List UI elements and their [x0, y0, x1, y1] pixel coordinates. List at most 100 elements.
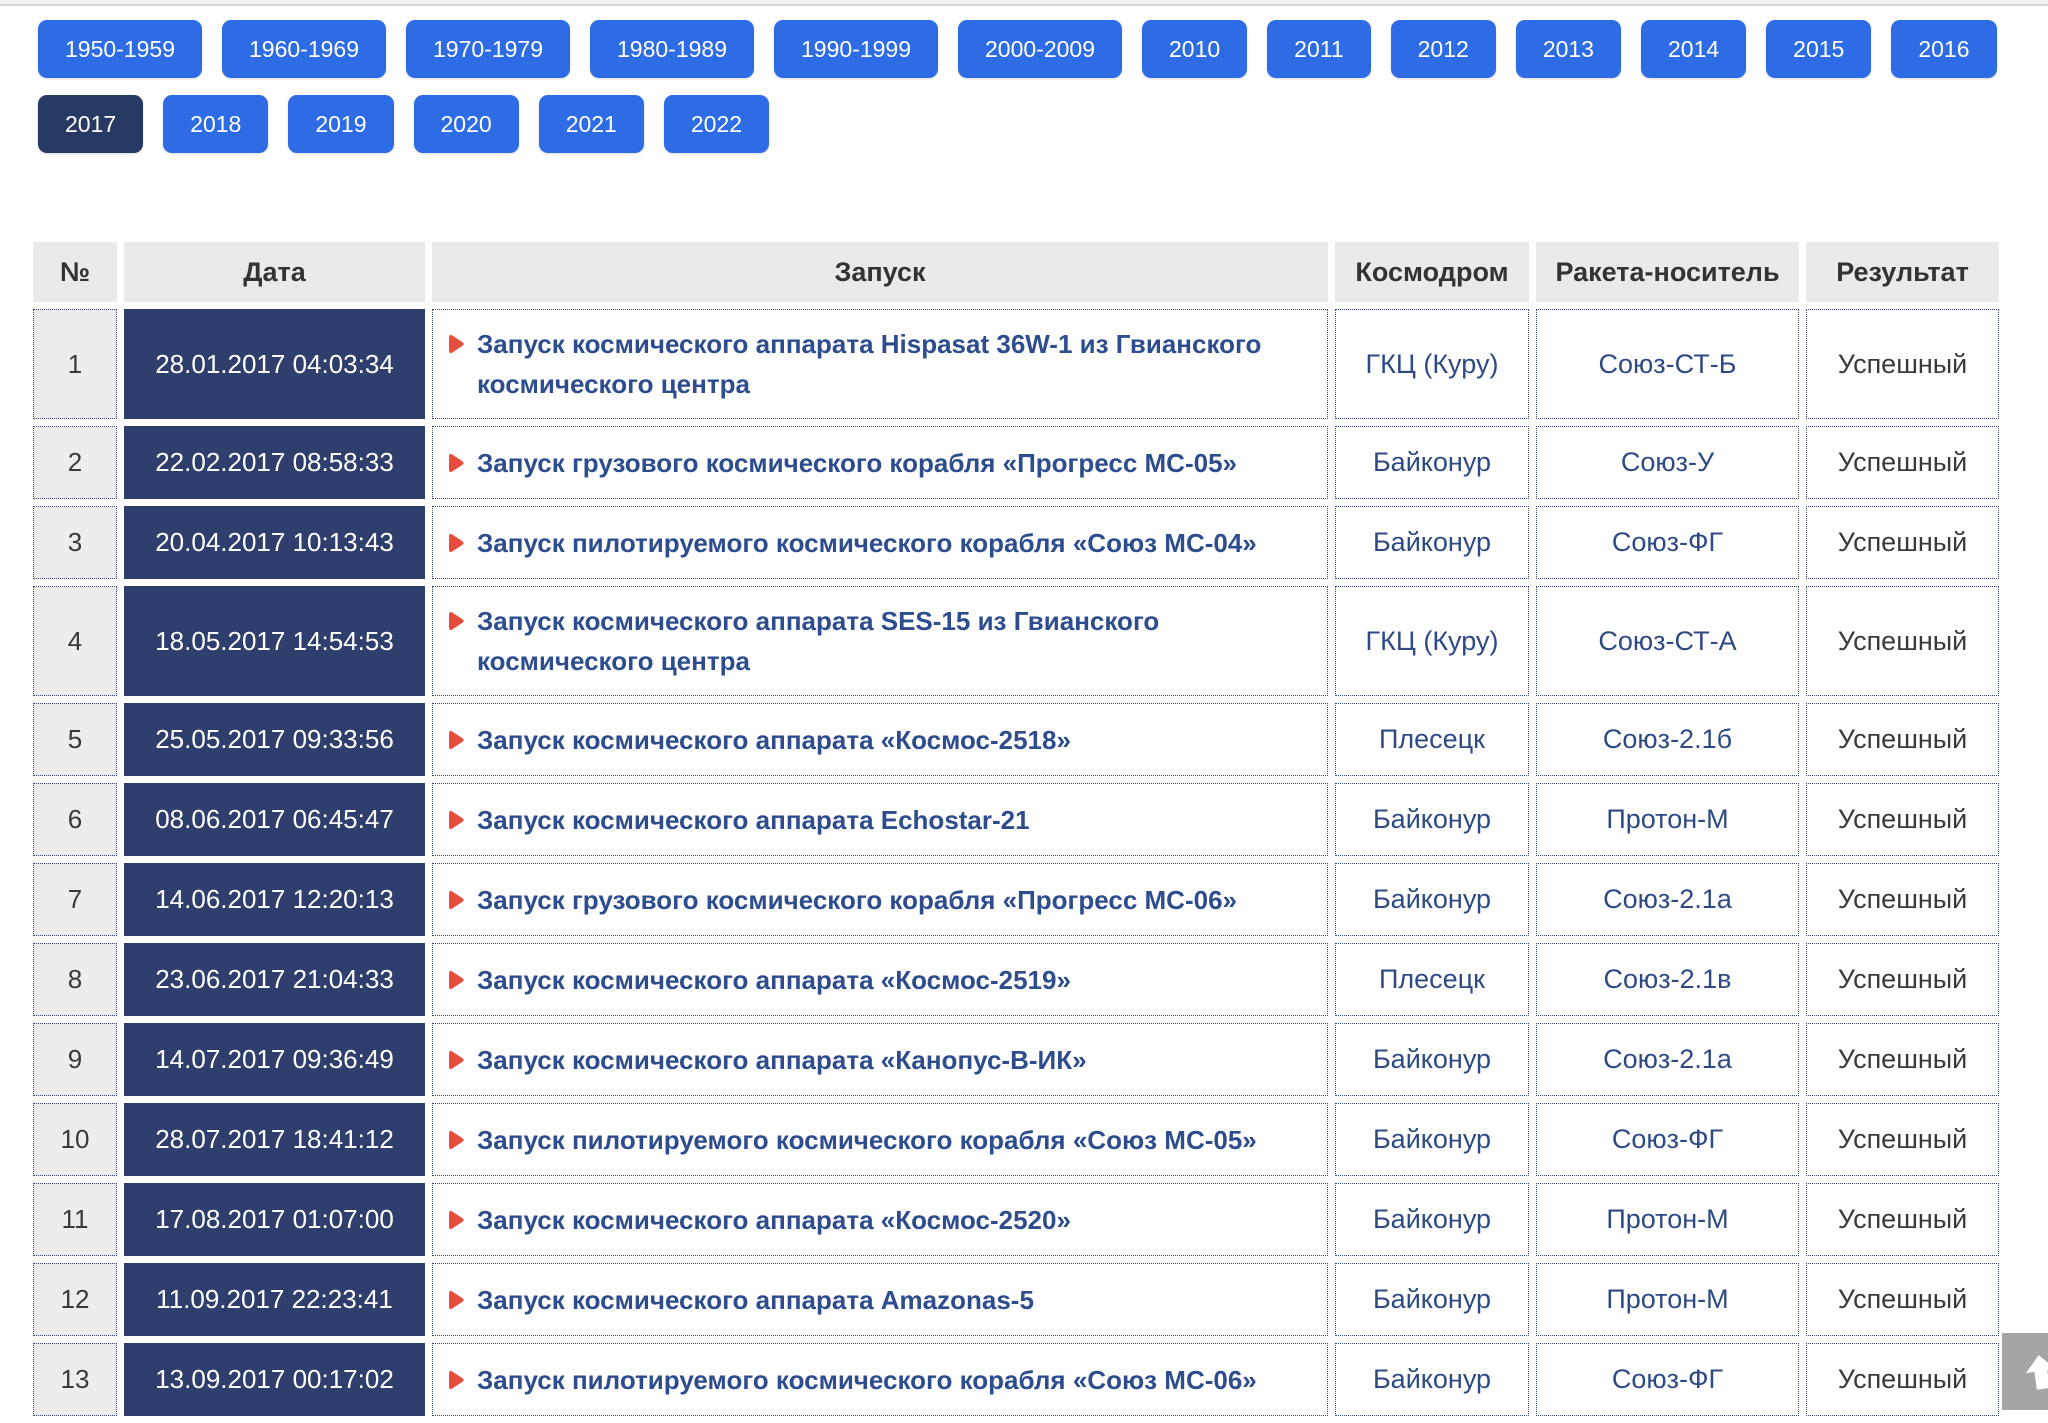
result-cell: Успешный — [1806, 1023, 1999, 1096]
launch-cell: Запуск космического аппарата «Канопус-В-… — [432, 1023, 1328, 1096]
result-cell: Успешный — [1806, 783, 1999, 856]
date-cell: 14.07.2017 09:36:49 — [124, 1023, 425, 1096]
date-cell: 28.07.2017 18:41:12 — [124, 1103, 425, 1176]
year-filter-2018[interactable]: 2018 — [163, 95, 268, 153]
date-cell: 13.09.2017 00:17:02 — [124, 1343, 425, 1416]
year-filter-1990-1999[interactable]: 1990-1999 — [774, 20, 938, 78]
launch-link[interactable]: Запуск космического аппарата «Космос-252… — [477, 1200, 1071, 1240]
date-cell: 20.04.2017 10:13:43 — [124, 506, 425, 579]
year-filter-2012[interactable]: 2012 — [1391, 20, 1496, 78]
launch-link[interactable]: Запуск космического аппарата Amazonas-5 — [477, 1280, 1034, 1320]
rocket-cell: Союз-2.1а — [1536, 1023, 1799, 1096]
table-row: 1117.08.2017 01:07:00Запуск космического… — [33, 1183, 1999, 1256]
date-cell: 25.05.2017 09:33:56 — [124, 703, 425, 776]
year-filter-2021[interactable]: 2021 — [539, 95, 644, 153]
column-header-rocket: Ракета-носитель — [1536, 242, 1799, 302]
launch-link[interactable]: Запуск космического аппарата Hispasat 36… — [477, 324, 1311, 404]
year-filter-2019[interactable]: 2019 — [288, 95, 393, 153]
column-header-result: Результат — [1806, 242, 1999, 302]
result-cell: Успешный — [1806, 1183, 1999, 1256]
table-row: 1028.07.2017 18:41:12Запуск пилотируемог… — [33, 1103, 1999, 1176]
cosmodrome-cell: Байконур — [1335, 783, 1529, 856]
year-filter-1970-1979[interactable]: 1970-1979 — [406, 20, 570, 78]
launch-link[interactable]: Запуск космического аппарата «Канопус-В-… — [477, 1040, 1087, 1080]
launch-link[interactable]: Запуск грузового космического корабля «П… — [477, 443, 1237, 483]
date-cell: 28.01.2017 04:03:34 — [124, 309, 425, 419]
result-cell: Успешный — [1806, 426, 1999, 499]
year-filter-1980-1989[interactable]: 1980-1989 — [590, 20, 754, 78]
row-number-cell: 6 — [33, 783, 117, 856]
launch-link[interactable]: Запуск космического аппарата Echostar-21 — [477, 800, 1030, 840]
year-filter-2011[interactable]: 2011 — [1267, 20, 1370, 78]
cosmodrome-cell: Байконур — [1335, 1103, 1529, 1176]
red-triangle-icon — [448, 1050, 464, 1070]
cosmodrome-cell: ГКЦ (Куру) — [1335, 586, 1529, 696]
year-filter-2010[interactable]: 2010 — [1142, 20, 1247, 78]
red-triangle-icon — [448, 810, 464, 830]
table-row: 222.02.2017 08:58:33Запуск грузового кос… — [33, 426, 1999, 499]
date-cell: 23.06.2017 21:04:33 — [124, 943, 425, 1016]
launch-cell: Запуск космического аппарата Echostar-21 — [432, 783, 1328, 856]
launch-cell: Запуск космического аппарата «Космос-251… — [432, 943, 1328, 1016]
result-cell: Успешный — [1806, 1263, 1999, 1336]
launch-cell: Запуск космического аппарата «Космос-251… — [432, 703, 1328, 776]
launch-cell: Запуск грузового космического корабля «П… — [432, 863, 1328, 936]
launch-link[interactable]: Запуск космического аппарата SES-15 из Г… — [477, 601, 1311, 681]
year-filter-2022[interactable]: 2022 — [664, 95, 769, 153]
date-cell: 11.09.2017 22:23:41 — [124, 1263, 425, 1336]
scroll-to-top-button[interactable] — [2002, 1333, 2048, 1410]
cosmodrome-cell: Байконур — [1335, 1263, 1529, 1336]
red-triangle-icon — [448, 1290, 464, 1310]
date-cell: 08.06.2017 06:45:47 — [124, 783, 425, 856]
table-row: 525.05.2017 09:33:56Запуск космического … — [33, 703, 1999, 776]
row-number-cell: 3 — [33, 506, 117, 579]
launch-link[interactable]: Запуск пилотируемого космического корабл… — [477, 1360, 1257, 1400]
table-row: 914.07.2017 09:36:49Запуск космического … — [33, 1023, 1999, 1096]
result-cell: Успешный — [1806, 863, 1999, 936]
launch-link[interactable]: Запуск грузового космического корабля «П… — [477, 880, 1237, 920]
rocket-cell: Протон-М — [1536, 783, 1799, 856]
result-cell: Успешный — [1806, 586, 1999, 696]
row-number-cell: 8 — [33, 943, 117, 1016]
launch-link[interactable]: Запуск космического аппарата «Космос-251… — [477, 960, 1071, 1000]
cosmodrome-cell: Байконур — [1335, 506, 1529, 579]
rocket-cell: Союз-2.1а — [1536, 863, 1799, 936]
column-header-cosmodrome: Космодром — [1335, 242, 1529, 302]
table-row: 418.05.2017 14:54:53Запуск космического … — [33, 586, 1999, 696]
year-filter-2016[interactable]: 2016 — [1891, 20, 1996, 78]
red-triangle-icon — [448, 730, 464, 750]
year-filter-2015[interactable]: 2015 — [1766, 20, 1871, 78]
launch-link[interactable]: Запуск пилотируемого космического корабл… — [477, 1120, 1257, 1160]
year-filter-2017[interactable]: 2017 — [38, 95, 143, 153]
page-top-divider — [0, 0, 2048, 6]
year-filter-2000-2009[interactable]: 2000-2009 — [958, 20, 1122, 78]
year-filter-1960-1969[interactable]: 1960-1969 — [222, 20, 386, 78]
up-arrow-icon — [2019, 1350, 2048, 1394]
red-triangle-icon — [448, 1210, 464, 1230]
result-cell: Успешный — [1806, 1343, 1999, 1416]
rocket-cell: Союз-2.1в — [1536, 943, 1799, 1016]
launch-cell: Запуск пилотируемого космического корабл… — [432, 506, 1328, 579]
launch-link[interactable]: Запуск космического аппарата «Космос-251… — [477, 720, 1071, 760]
rocket-cell: Союз-ФГ — [1536, 1103, 1799, 1176]
column-header-date: Дата — [124, 242, 425, 302]
launch-cell: Запуск космического аппарата Amazonas-5 — [432, 1263, 1328, 1336]
year-filter-1950-1959[interactable]: 1950-1959 — [38, 20, 202, 78]
launch-link[interactable]: Запуск пилотируемого космического корабл… — [477, 523, 1257, 563]
row-number-cell: 13 — [33, 1343, 117, 1416]
red-triangle-icon — [448, 1370, 464, 1390]
launch-cell: Запуск космического аппарата Hispasat 36… — [432, 309, 1328, 419]
table-header-row: №ДатаЗапускКосмодромРакета-носительРезул… — [33, 242, 1999, 302]
cosmodrome-cell: Плесецк — [1335, 943, 1529, 1016]
red-triangle-icon — [448, 611, 464, 631]
year-filter-2020[interactable]: 2020 — [414, 95, 519, 153]
year-filter-2013[interactable]: 2013 — [1516, 20, 1621, 78]
launch-cell: Запуск грузового космического корабля «П… — [432, 426, 1328, 499]
red-triangle-icon — [448, 453, 464, 473]
rocket-cell: Союз-СТ-А — [1536, 586, 1799, 696]
launches-table: №ДатаЗапускКосмодромРакета-носительРезул… — [26, 235, 2006, 1423]
date-cell: 22.02.2017 08:58:33 — [124, 426, 425, 499]
year-filter-2014[interactable]: 2014 — [1641, 20, 1746, 78]
year-filter-row-decades: 1950-1959 1960-1969 1970-1979 1980-1989 1990… — [38, 20, 2048, 78]
rocket-cell: Союз-2.1б — [1536, 703, 1799, 776]
